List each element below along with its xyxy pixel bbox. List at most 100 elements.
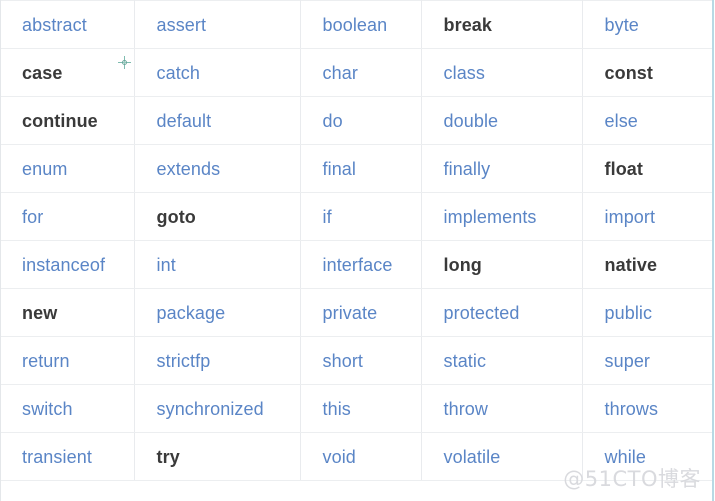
keyword-link[interactable]: else bbox=[605, 110, 638, 132]
keyword-link[interactable]: final bbox=[323, 158, 357, 180]
keyword-link[interactable]: byte bbox=[605, 14, 639, 36]
table-cell: try bbox=[134, 432, 301, 481]
table-cell: volatile bbox=[421, 432, 583, 481]
table-cell: default bbox=[134, 96, 301, 145]
table-cell: abstract bbox=[0, 0, 135, 49]
table-cell: float bbox=[582, 144, 713, 193]
page-left-edge bbox=[0, 0, 1, 501]
keyword-link[interactable]: for bbox=[22, 206, 43, 228]
table-cell: do bbox=[300, 96, 422, 145]
keyword-text: goto bbox=[156, 206, 196, 227]
table-row: abstract assert boolean break byte bbox=[0, 0, 713, 49]
table-cell: while bbox=[582, 432, 713, 481]
keyword-link[interactable]: while bbox=[605, 446, 647, 468]
keyword-link[interactable]: char bbox=[323, 62, 358, 84]
keyword-link[interactable]: static bbox=[444, 350, 487, 372]
table-cell: protected bbox=[421, 288, 583, 337]
table-cell: extends bbox=[134, 144, 301, 193]
table-cell: super bbox=[582, 336, 713, 385]
table-cell: continue bbox=[0, 96, 135, 145]
table-cell: goto bbox=[134, 192, 301, 241]
java-keywords-table: abstract assert boolean break byte case catch c… bbox=[0, 0, 713, 481]
keyword-link[interactable]: short bbox=[323, 350, 364, 372]
table-cell: transient bbox=[0, 432, 135, 481]
table-cell: class bbox=[421, 48, 583, 97]
table-cell: else bbox=[582, 96, 713, 145]
table-cell: if bbox=[300, 192, 422, 241]
table-cell: long bbox=[421, 240, 583, 289]
keyword-link[interactable]: package bbox=[157, 302, 226, 324]
table-cell: public bbox=[582, 288, 713, 337]
keyword-link[interactable]: if bbox=[323, 206, 332, 228]
keyword-link[interactable]: private bbox=[323, 302, 378, 324]
keyword-link[interactable]: abstract bbox=[22, 14, 87, 36]
keyword-link[interactable]: instanceof bbox=[22, 254, 105, 276]
table-row: switch synchronized this throw throws bbox=[0, 384, 713, 433]
table-cell: private bbox=[300, 288, 422, 337]
keyword-text: native bbox=[604, 254, 658, 275]
table-cell: switch bbox=[0, 384, 135, 433]
keyword-text: try bbox=[156, 446, 180, 467]
table-row: instanceof int interface long native bbox=[0, 240, 713, 289]
keyword-link[interactable]: synchronized bbox=[157, 398, 264, 420]
keyword-link[interactable]: throw bbox=[444, 398, 489, 420]
keyword-link[interactable]: boolean bbox=[323, 14, 388, 36]
keyword-link[interactable]: void bbox=[323, 446, 356, 468]
keyword-text: new bbox=[22, 302, 58, 323]
keyword-link[interactable]: default bbox=[157, 110, 212, 132]
keyword-link[interactable]: extends bbox=[157, 158, 221, 180]
table-cell: final bbox=[300, 144, 422, 193]
keyword-link[interactable]: throws bbox=[605, 398, 659, 420]
table-body: abstract assert boolean break byte case catch c… bbox=[0, 0, 713, 481]
table-cell: throws bbox=[582, 384, 713, 433]
table-cell: const bbox=[582, 48, 713, 97]
table-row: transient try void volatile while bbox=[0, 432, 713, 481]
keyword-link[interactable]: double bbox=[444, 110, 499, 132]
page-right-edge[interactable] bbox=[712, 0, 714, 501]
table-cell: char bbox=[300, 48, 422, 97]
keyword-link[interactable]: finally bbox=[444, 158, 491, 180]
table-cell: assert bbox=[134, 0, 301, 49]
table-cell: throw bbox=[421, 384, 583, 433]
keyword-link[interactable]: transient bbox=[22, 446, 92, 468]
table-cell: break bbox=[421, 0, 583, 49]
keyword-link[interactable]: this bbox=[323, 398, 351, 420]
table-cell: catch bbox=[134, 48, 301, 97]
keyword-link[interactable]: switch bbox=[22, 398, 73, 420]
keyword-link[interactable]: interface bbox=[323, 254, 393, 276]
keyword-link[interactable]: import bbox=[605, 206, 656, 228]
keyword-link[interactable]: strictfp bbox=[157, 350, 211, 372]
table-cell: byte bbox=[582, 0, 713, 49]
keyword-text: float bbox=[604, 158, 643, 179]
keyword-link[interactable]: int bbox=[157, 254, 176, 276]
table-cell: enum bbox=[0, 144, 135, 193]
table-row: case catch char class const bbox=[0, 48, 713, 97]
keyword-link[interactable]: enum bbox=[22, 158, 67, 180]
keyword-link[interactable]: class bbox=[444, 62, 486, 84]
keyword-link[interactable]: public bbox=[605, 302, 653, 324]
keyword-text: const bbox=[604, 62, 654, 83]
table-cell: interface bbox=[300, 240, 422, 289]
table-cell: void bbox=[300, 432, 422, 481]
keyword-link[interactable]: catch bbox=[157, 62, 201, 84]
table-cell: import bbox=[582, 192, 713, 241]
keyword-link[interactable]: volatile bbox=[444, 446, 501, 468]
table-cell: short bbox=[300, 336, 422, 385]
table-cell: for bbox=[0, 192, 135, 241]
table-cell: finally bbox=[421, 144, 583, 193]
keyword-link[interactable]: return bbox=[22, 350, 70, 372]
keyword-link[interactable]: super bbox=[605, 350, 651, 372]
keyword-link[interactable]: do bbox=[323, 110, 343, 132]
keyword-link[interactable]: protected bbox=[444, 302, 520, 324]
keyword-text: case bbox=[22, 62, 63, 83]
keyword-link[interactable]: assert bbox=[157, 14, 207, 36]
table-cell: this bbox=[300, 384, 422, 433]
table-cell: new bbox=[0, 288, 135, 337]
table-row: continue default do double else bbox=[0, 96, 713, 145]
table-cell: synchronized bbox=[134, 384, 301, 433]
table-row: return strictfp short static super bbox=[0, 336, 713, 385]
keyword-link[interactable]: implements bbox=[444, 206, 537, 228]
table-cell: return bbox=[0, 336, 135, 385]
table-row: enum extends final finally float bbox=[0, 144, 713, 193]
table-cell: case bbox=[0, 48, 135, 97]
